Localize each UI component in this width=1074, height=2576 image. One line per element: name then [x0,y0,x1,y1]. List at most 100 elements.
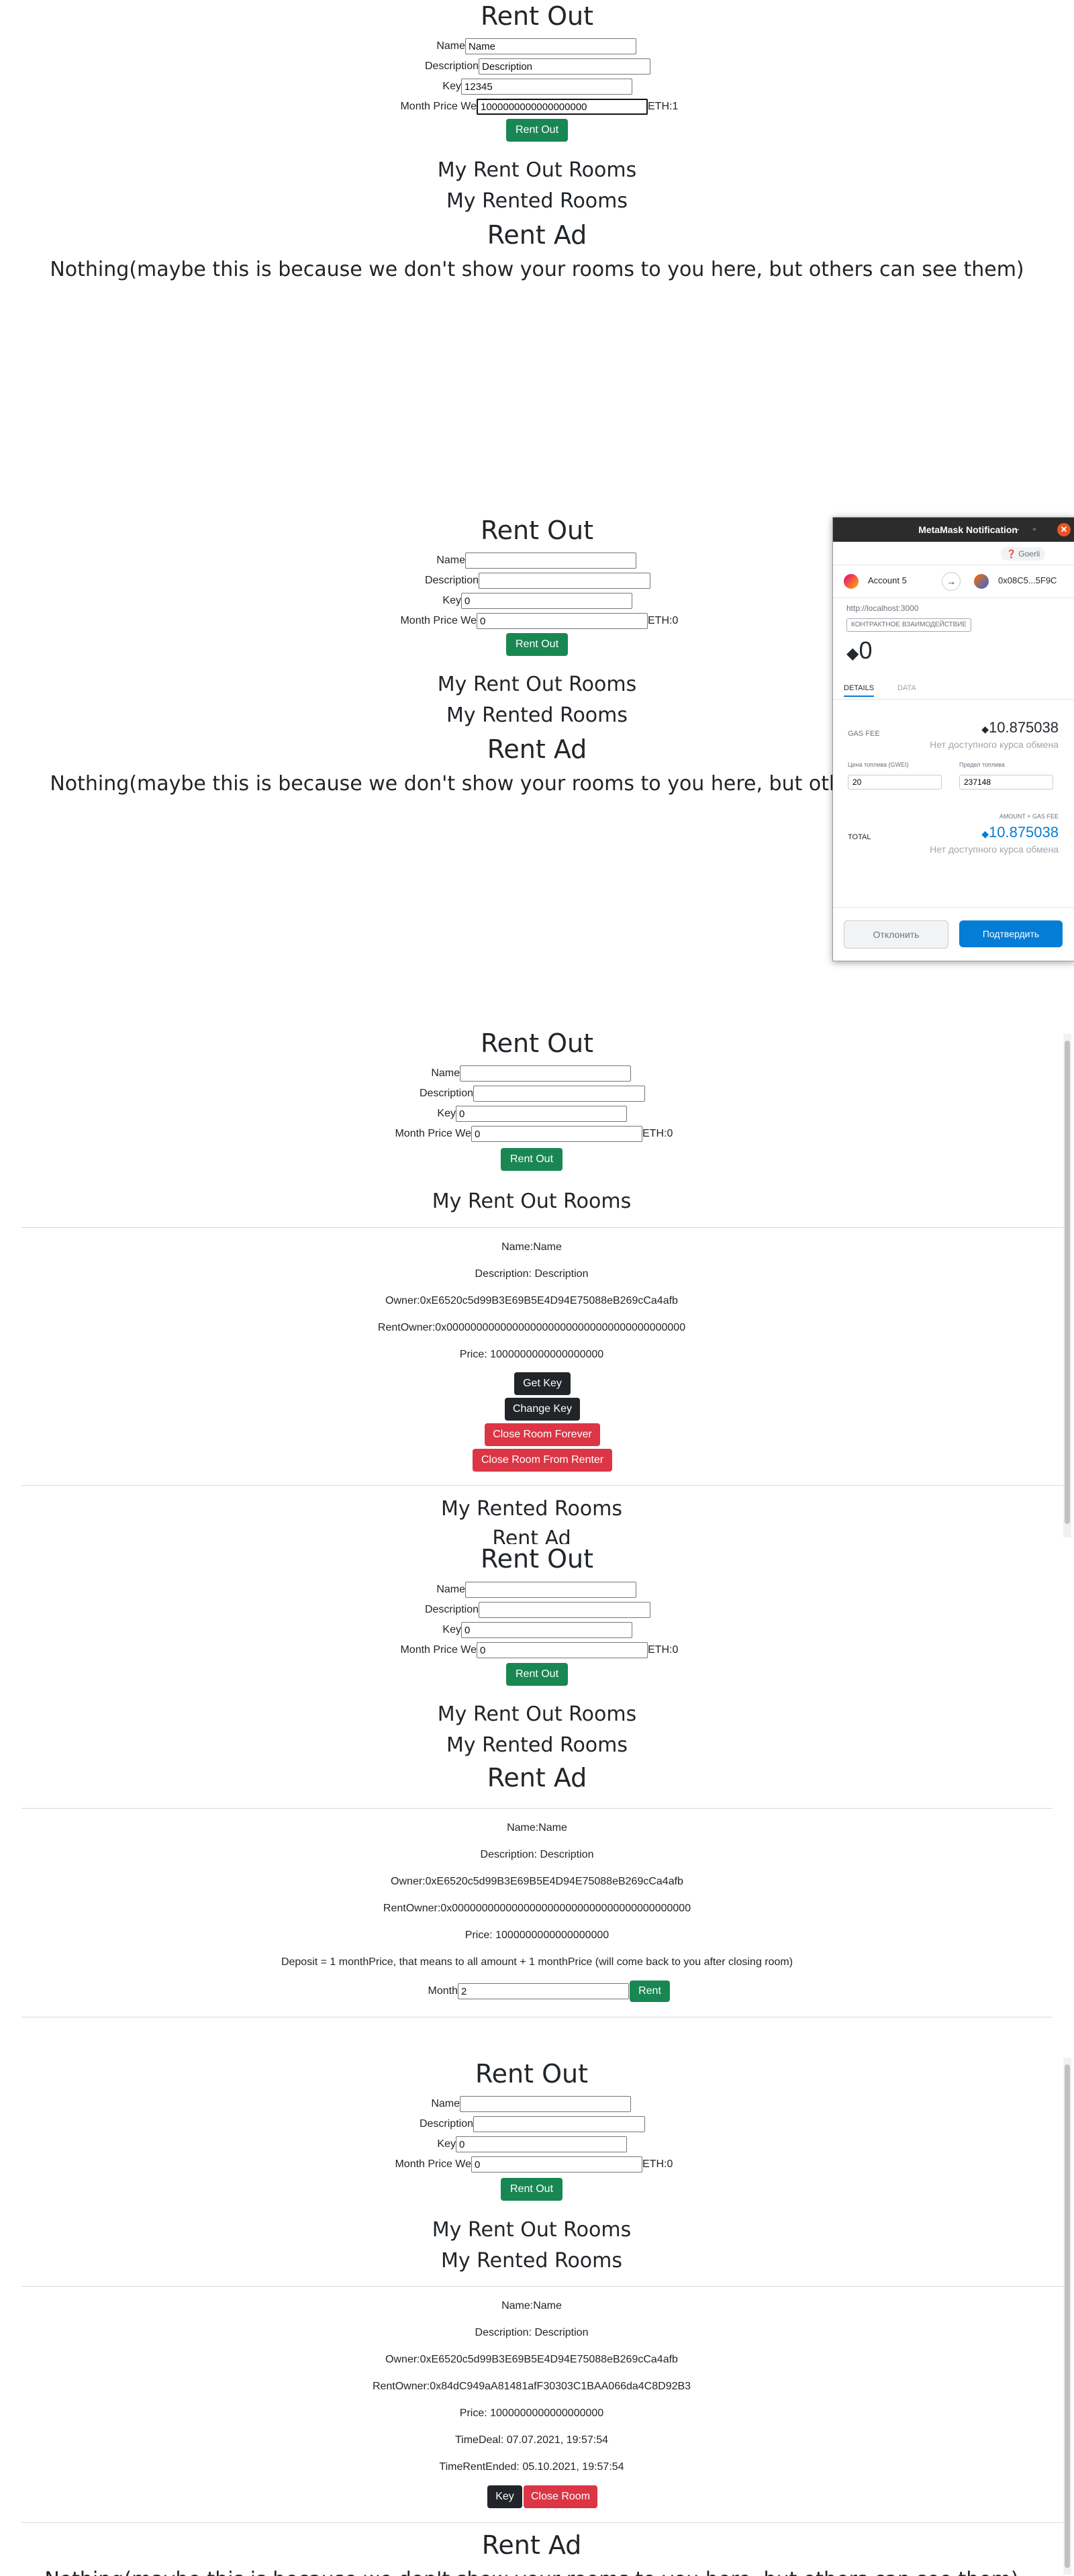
my-rent-out-rooms-heading: My Rent Out Rooms [437,158,637,182]
key-input[interactable] [461,79,632,95]
name-input[interactable] [465,1582,636,1598]
divider [21,2522,1063,2523]
month-price-label: Month Price We [400,615,477,626]
name-label: Name [436,1584,465,1595]
room-rent-owner: RentOwner:0x0000000000000000000000000000… [383,1903,691,1914]
network-name: Goerli [1018,549,1040,559]
name-row: Name [433,551,636,570]
rent-out-title: Rent Out [480,1544,594,1574]
description-input[interactable] [473,1086,645,1102]
rent-out-button[interactable]: Rent Out [506,633,568,656]
month-row: Month [423,1982,629,2001]
description-input[interactable] [479,1602,650,1618]
divider [21,1485,1063,1486]
scrollbar[interactable] [1063,1034,1071,1537]
gas-limit-input[interactable] [959,775,1053,790]
maximize-icon[interactable]: ▫ [1029,524,1040,534]
rent-ad-heading: Rent Ad [487,1763,587,1793]
deposit-note: Deposit = 1 monthPrice, that means to al… [281,1956,793,1968]
minimize-icon[interactable]: – [1012,524,1022,534]
rent-out-title: Rent Out [480,1029,594,1058]
close-icon[interactable]: ✕ [1057,523,1071,536]
screenshot-panel-4: Rent Out Name Description Key Month Pric… [0,1544,1074,2044]
name-input[interactable] [465,553,636,569]
rent-out-button[interactable]: Rent Out [506,1663,568,1686]
month-price-input[interactable] [471,2156,642,2173]
scrollbar-thumb[interactable] [1065,1041,1070,1524]
my-rented-rooms-heading: My Rented Rooms [446,1733,628,1757]
room-description: Description: Description [475,2327,589,2338]
name-row: Name [428,2095,631,2113]
description-input[interactable] [473,2116,645,2132]
rent-button[interactable]: Rent [630,1981,670,2002]
description-label: Description [419,2118,473,2130]
month-price-input[interactable] [477,99,648,115]
account-from: Account 5 [868,575,907,585]
get-key-button[interactable]: Get Key [514,1372,571,1395]
key-row: Key [438,591,632,610]
month-price-label: Month Price We [395,2158,471,2170]
tab-data[interactable]: DATA [897,684,916,692]
screenshot-panel-5: Rent Out Name Description Key Month Pric… [0,2044,1074,2576]
network-badge[interactable]: ❓ Goerli [1001,547,1046,561]
eth-value: 0 [667,2158,673,2170]
name-label: Name [436,555,465,566]
divider [21,1227,1063,1228]
key-input[interactable] [456,2136,627,2152]
account-to-avatar [974,574,989,589]
price-row: Month Price We ETH:1 [396,97,678,116]
gas-price-input[interactable] [848,775,942,790]
key-input[interactable] [456,1106,627,1122]
confirm-button[interactable]: Подтвердить [959,920,1063,947]
description-input[interactable] [479,58,650,75]
rent-out-button[interactable]: Rent Out [506,119,568,142]
room-name: Name:Name [501,1241,562,1253]
change-key-button[interactable]: Change Key [505,1398,580,1421]
close-room-button[interactable]: Close Room [524,2485,597,2508]
name-row: Name [428,1064,631,1083]
room-name: Name:Name [507,1822,567,1833]
origin-url: http://localhost:3000 [846,604,919,613]
month-price-input[interactable] [471,1126,642,1142]
name-label: Name [431,1067,460,1079]
rent-out-button[interactable]: Rent Out [501,1148,563,1171]
room-owner: Owner:0xE6520c5d99B3E69B5E4D94E75088eB26… [385,2354,678,2365]
gas-limit-label: Предел топлива [959,761,1005,768]
screenshot-panel-1: Rent Out Name Description Key Month Pric… [0,0,1074,497]
name-row: Name [433,37,636,56]
room-owner: Owner:0xE6520c5d99B3E69B5E4D94E75088eB26… [391,1876,683,1887]
eth-value: 0 [667,1128,673,1139]
metamask-titlebar: MetaMask Notification – ▫ ✕ [833,518,1074,542]
month-price-input[interactable] [477,1642,648,1658]
room-rent-owner: RentOwner:0x84dC949aA81481afF30303C1BAA0… [372,2381,691,2392]
close-room-from-renter-button[interactable]: Close Room From Renter [473,1449,612,1472]
month-price-input[interactable] [477,613,648,629]
name-input[interactable] [460,2096,631,2112]
rent-out-button[interactable]: Rent Out [501,2178,563,2201]
divider [21,1808,1053,1809]
amount-gas-fee-label: AMOUNT + GAS FEE [999,813,1059,820]
description-input[interactable] [479,573,650,589]
scrollbar-thumb[interactable] [1065,2064,1070,2568]
name-label: Name [436,40,465,52]
description-row: Description [421,57,650,76]
key-input[interactable] [461,1622,632,1638]
total-label: TOTAL [848,833,871,841]
tab-details[interactable]: DETAILS [844,684,875,697]
description-label: Description [424,1604,479,1615]
reject-button[interactable]: Отклонить [844,920,948,949]
name-input[interactable] [465,38,636,54]
metamask-notification-window: MetaMask Notification – ▫ ✕ ❓ Goerli Acc… [832,517,1074,961]
screenshot-panel-3: Rent Out Name Description Key Month Pric… [0,1020,1074,1544]
close-room-forever-button[interactable]: Close Room Forever [485,1423,600,1446]
eth-value: 0 [672,615,679,626]
scrollbar[interactable] [1063,2058,1071,2575]
month-input[interactable] [458,1983,629,1999]
key-button[interactable]: Key [487,2485,522,2508]
room-owner: Owner:0xE6520c5d99B3E69B5E4D94E75088eB26… [385,1295,678,1306]
divider [21,2286,1063,2287]
name-input[interactable] [460,1065,631,1082]
key-label: Key [437,1108,456,1119]
key-input[interactable] [461,593,632,609]
nothing-message: Nothing(maybe this is because we don't s… [0,2568,1063,2576]
